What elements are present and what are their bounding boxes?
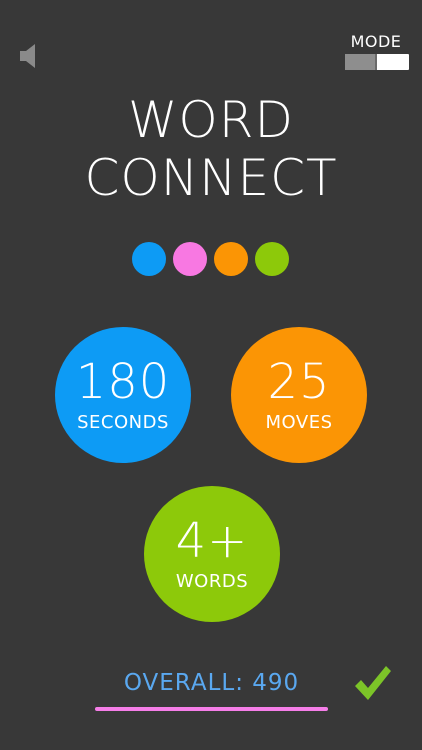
mode-toggle-off-segment [345, 54, 377, 70]
moves-label: MOVES [265, 412, 333, 433]
words-value: 4+ [175, 513, 249, 569]
speaker-icon-graphic [20, 44, 35, 68]
pink-dot [173, 242, 207, 276]
seconds-value: 180 [75, 354, 171, 410]
mode-label: MODE [350, 32, 402, 51]
checkmark-icon-graphic [355, 666, 391, 700]
moves-value: 25 [267, 354, 331, 410]
title-line-1: WORD [127, 91, 295, 149]
title-line-2: CONNECT [84, 149, 338, 207]
words-label: WORDS [175, 571, 249, 592]
seconds-mode-button[interactable]: 180 SECONDS [55, 327, 191, 463]
color-dots [132, 242, 292, 276]
overall-underline [95, 707, 328, 711]
mode-toggle[interactable] [345, 54, 409, 70]
moves-mode-button[interactable]: 25 MOVES [231, 327, 367, 463]
green-dot [255, 242, 289, 276]
overall-score: OVERALL: 490 [123, 670, 300, 696]
words-mode-button[interactable]: 4+ WORDS [144, 486, 280, 622]
checkmark-icon[interactable] [354, 666, 392, 702]
speaker-icon[interactable] [20, 44, 38, 68]
seconds-label: SECONDS [77, 412, 169, 433]
blue-dot [132, 242, 166, 276]
orange-dot [214, 242, 248, 276]
